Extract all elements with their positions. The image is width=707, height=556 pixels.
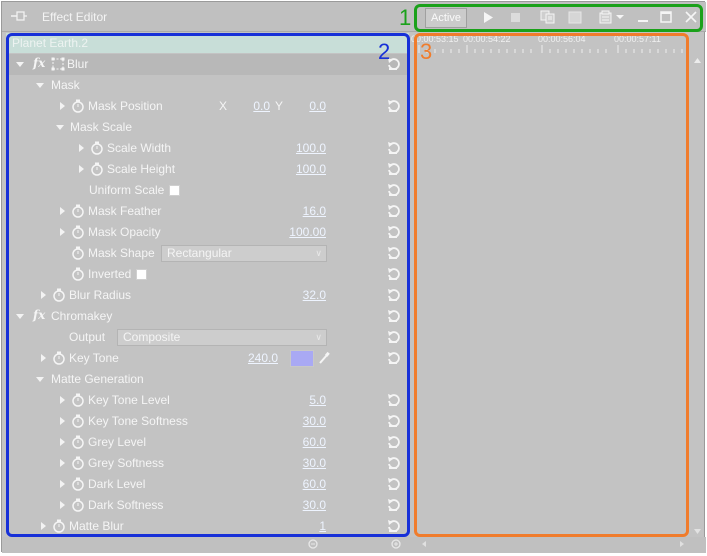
bottom-scroll-bar[interactable] bbox=[2, 537, 706, 553]
annotation-number-2: 2 bbox=[378, 39, 391, 64]
annotation-box-3 bbox=[414, 33, 689, 537]
pin-icon[interactable] bbox=[10, 9, 28, 23]
window-title: Effect Editor bbox=[42, 10, 108, 24]
vertical-scrollbar[interactable] bbox=[690, 33, 705, 538]
annotation-number-3: 3 bbox=[420, 39, 433, 64]
annotation-box-2 bbox=[6, 33, 410, 537]
effect-editor-window: Effect Editor Active Planet Earth.2 fx B… bbox=[1, 1, 706, 553]
annotation-box-1 bbox=[414, 4, 703, 32]
annotation-number-1: 1 bbox=[399, 5, 412, 30]
